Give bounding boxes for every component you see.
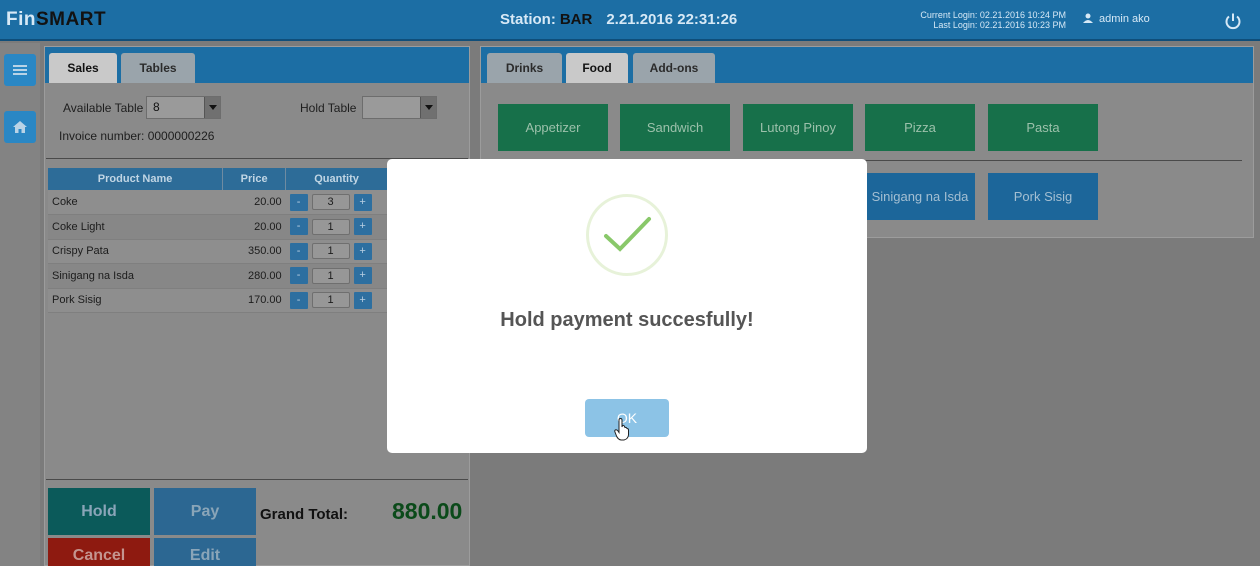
increment-button[interactable]: + (353, 242, 372, 260)
last-login: Last Login: 02.21.2016 10:23 PM (933, 20, 1066, 30)
increment-button[interactable]: + (353, 267, 372, 285)
decrement-button[interactable]: - (289, 193, 308, 211)
quantity-stepper: -1 + (285, 214, 388, 240)
station-label: Station: (500, 11, 556, 28)
home-button[interactable] (4, 111, 36, 143)
cancel-button[interactable]: Cancel (48, 538, 150, 566)
home-icon (13, 121, 27, 133)
hold-table-select[interactable] (362, 96, 437, 119)
product-name: Crispy Pata (48, 239, 223, 264)
quantity-value[interactable]: 1 (311, 243, 350, 260)
pay-button[interactable]: Pay (154, 488, 256, 535)
checkmark-icon (604, 217, 651, 252)
hold-button[interactable]: Hold (48, 488, 150, 535)
quantity-value[interactable]: 1 (311, 267, 350, 284)
hold-table-label: Hold Table (300, 101, 357, 115)
table-row: Sinigang na Isda 280.00-1 + (48, 263, 388, 289)
table-row: Coke Light 20.00-1 + (48, 214, 388, 240)
dialog-message: Hold payment succesfully! (500, 309, 754, 331)
item-sinigang-na-isda[interactable]: Sinigang na Isda (865, 173, 975, 220)
item-pork-sisig[interactable]: Pork Sisig (988, 173, 1098, 220)
quantity-value[interactable]: 3 (311, 194, 350, 210)
current-datetime: 2.21.2016 22:31:26 (606, 11, 738, 28)
category-appetizer[interactable]: Appetizer (498, 104, 608, 151)
category-pizza[interactable]: Pizza (865, 104, 975, 151)
decrement-button[interactable]: - (289, 242, 308, 260)
column-header-price: Price (222, 168, 287, 190)
invoice-number: Invoice number: 0000000226 (59, 129, 215, 143)
decrement-button[interactable]: - (289, 291, 308, 309)
quantity-stepper: -1 + (285, 263, 388, 289)
available-table-label: Available Table (63, 101, 144, 115)
increment-button[interactable]: + (353, 193, 372, 211)
table-row: Crispy Pata 350.00-1 + (48, 239, 388, 264)
category-lutong-pinoy[interactable]: Lutong Pinoy (743, 104, 853, 151)
menu-tab-bar: Drinks Food Add-ons (481, 47, 1253, 83)
top-bar: FinSMART Station: BAR 2.21.2016 22:31:26 C… (0, 0, 1260, 41)
app-logo: FinSMART (6, 9, 107, 30)
chevron-down-icon (420, 97, 436, 118)
table-row: Pork Sisig 170.00-1 + (48, 288, 388, 313)
tab-food[interactable]: Food (566, 53, 628, 83)
hand-cursor-icon (614, 418, 629, 441)
available-table-select[interactable]: 8 (146, 96, 221, 119)
menu-button[interactable] (4, 54, 36, 86)
quantity-stepper: -1 + (285, 288, 388, 313)
column-header-quantity: Quantity (285, 168, 388, 190)
edit-button[interactable]: Edit (154, 538, 256, 566)
category-sandwich[interactable]: Sandwich (620, 104, 730, 151)
available-table-value: 8 (153, 100, 160, 114)
station-info: Station: BAR 2.21.2016 22:31:26 (500, 11, 737, 28)
success-dialog: Hold payment succesfully! OK (387, 159, 867, 453)
product-name: Coke Light (48, 214, 223, 240)
chevron-down-icon (204, 97, 220, 118)
product-table: Product Name Price Quantity Coke 20.00-3 +… (48, 168, 388, 313)
table-row: Coke 20.00-3 + (48, 190, 388, 215)
success-icon (586, 194, 668, 276)
column-header-product: Product Name (48, 168, 224, 190)
decrement-button[interactable]: - (289, 218, 308, 236)
increment-button[interactable]: + (353, 291, 372, 309)
tab-add-ons[interactable]: Add-ons (633, 53, 715, 83)
tab-tables[interactable]: Tables (121, 53, 195, 83)
category-pasta[interactable]: Pasta (988, 104, 1098, 151)
login-info: Current Login: 02.21.2016 10:24 PM Last … (880, 10, 1066, 30)
quantity-stepper: -3 + (285, 190, 388, 215)
sales-tab-bar: Sales Tables (45, 47, 469, 83)
product-price: 170.00 (222, 288, 286, 313)
product-price: 20.00 (222, 214, 286, 240)
user-name: admin ako (1099, 13, 1150, 25)
quantity-value[interactable]: 1 (311, 292, 350, 309)
user-icon (1083, 13, 1093, 23)
divider (46, 479, 468, 480)
table-header: Product Name Price Quantity (48, 168, 388, 190)
grand-total-label: Grand Total: (260, 506, 349, 523)
grand-total-value: 880.00 (392, 498, 463, 524)
tab-sales[interactable]: Sales (49, 53, 117, 83)
product-price: 280.00 (222, 263, 286, 289)
quantity-stepper: -1 + (285, 239, 388, 264)
decrement-button[interactable]: - (289, 267, 308, 285)
increment-button[interactable]: + (353, 218, 372, 236)
product-name: Pork Sisig (48, 288, 223, 313)
station-value: BAR (559, 11, 593, 28)
product-name: Sinigang na Isda (48, 263, 223, 289)
product-price: 20.00 (222, 190, 286, 215)
power-icon[interactable] (1224, 12, 1242, 30)
user-menu[interactable]: admin ako (1083, 13, 1150, 25)
tab-drinks[interactable]: Drinks (487, 53, 562, 83)
product-name: Coke (48, 190, 223, 215)
product-price: 350.00 (222, 239, 286, 264)
side-strip (0, 43, 40, 566)
quantity-value[interactable]: 1 (311, 218, 350, 235)
current-login: Current Login: 02.21.2016 10:24 PM (920, 10, 1066, 20)
menu-icon (13, 65, 27, 75)
